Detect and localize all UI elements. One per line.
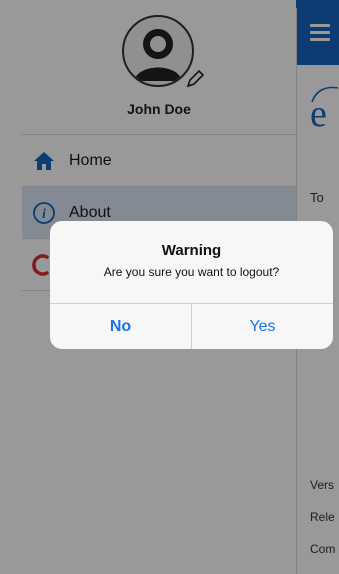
screen: e To Vers Rele Com John Doe Home i About… [0,0,339,574]
yes-button[interactable]: Yes [192,304,333,349]
no-button[interactable]: No [50,304,191,349]
logout-alert-dialog: Warning Are you sure you want to logout?… [50,221,333,349]
dialog-message: Are you sure you want to logout? [103,265,280,279]
dialog-title: Warning [161,242,222,259]
